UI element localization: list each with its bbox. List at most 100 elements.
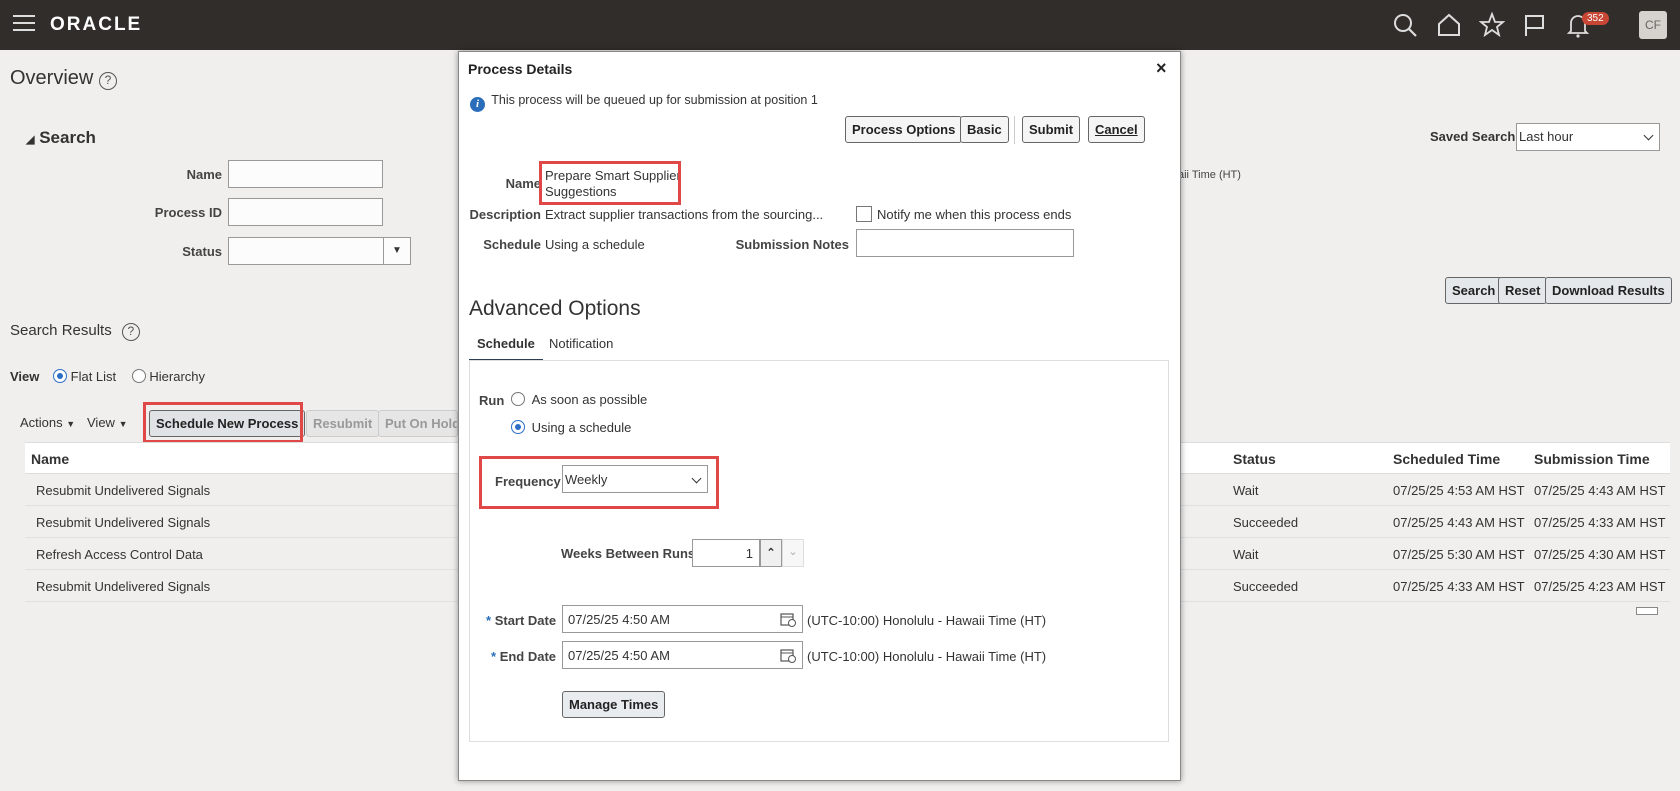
- weeks-between-runs-label: Weeks Between Runs: [561, 546, 696, 561]
- row-submission: 07/25/25 4:23 AM HST: [1534, 579, 1666, 594]
- row-submission: 07/25/25 4:43 AM HST: [1534, 483, 1666, 498]
- timezone-truncated-text: aii Time (HT): [1178, 169, 1241, 181]
- row-scheduled: 07/25/25 4:33 AM HST: [1393, 579, 1525, 594]
- chevron-down-icon: [1643, 130, 1654, 141]
- hierarchy-label[interactable]: Hierarchy: [149, 369, 205, 384]
- schedule-tab-panel: Run As soon as possible Using a schedule…: [469, 360, 1169, 742]
- row-name[interactable]: Resubmit Undelivered Signals: [36, 515, 210, 530]
- row-name[interactable]: Refresh Access Control Data: [36, 547, 203, 562]
- process-options-button[interactable]: Process Options: [845, 116, 963, 143]
- run-asap-option[interactable]: As soon as possible: [511, 392, 647, 407]
- description-label: Description: [469, 207, 541, 222]
- run-schedule-option[interactable]: Using a schedule: [511, 420, 631, 435]
- tab-schedule[interactable]: Schedule: [469, 336, 543, 362]
- row-name[interactable]: Resubmit Undelivered Signals: [36, 579, 210, 594]
- search-section-header[interactable]: ◢ Search: [26, 128, 96, 148]
- flag-icon[interactable]: [1522, 12, 1548, 38]
- row-scheduled: 07/25/25 5:30 AM HST: [1393, 547, 1525, 562]
- notification-badge: 352: [1582, 12, 1609, 25]
- home-icon[interactable]: [1436, 12, 1462, 38]
- highlight-name: [539, 161, 681, 205]
- saved-search-select[interactable]: Last hour: [1516, 123, 1660, 151]
- decrement-icon[interactable]: ⌄: [782, 539, 804, 567]
- description-value: Extract supplier transactions from the s…: [545, 207, 824, 222]
- run-schedule-label[interactable]: Using a schedule: [532, 420, 632, 435]
- star-icon[interactable]: [1479, 12, 1505, 38]
- name-input[interactable]: [228, 160, 383, 188]
- run-label: Run: [479, 393, 505, 408]
- view-menu[interactable]: View ▼: [87, 415, 128, 430]
- top-navigation-bar: ORACLE 352 CF: [0, 0, 1680, 50]
- page-title: Overview ?: [10, 67, 117, 90]
- start-date-input[interactable]: 07/25/25 4:50 AM: [562, 605, 803, 633]
- row-name[interactable]: Resubmit Undelivered Signals: [36, 483, 210, 498]
- row-scheduled: 07/25/25 4:53 AM HST: [1393, 483, 1525, 498]
- calendar-icon[interactable]: [780, 611, 796, 627]
- col-submission-time[interactable]: Submission Time: [1534, 451, 1650, 467]
- highlight-schedule-button: [143, 402, 303, 443]
- end-timezone: (UTC-10:00) Honolulu - Hawaii Time (HT): [807, 649, 1047, 664]
- page-title-text: Overview: [10, 67, 94, 89]
- increment-icon[interactable]: ⌃: [760, 539, 782, 567]
- start-date-value: 07/25/25 4:50 AM: [568, 612, 670, 627]
- view-label: View: [10, 369, 40, 384]
- hamburger-menu-icon[interactable]: [13, 15, 35, 33]
- col-name[interactable]: Name: [31, 451, 69, 467]
- download-results-button[interactable]: Download Results: [1545, 277, 1672, 304]
- weeks-between-runs-input[interactable]: 1: [692, 539, 760, 567]
- notify-checkbox[interactable]: [856, 206, 872, 222]
- cancel-button[interactable]: Cancel: [1088, 116, 1145, 143]
- flat-list-radio[interactable]: [53, 369, 68, 383]
- row-status: Succeeded: [1233, 579, 1299, 594]
- schedule-value: Using a schedule: [545, 237, 645, 252]
- user-avatar[interactable]: CF: [1639, 11, 1667, 39]
- row-status: Succeeded: [1233, 515, 1299, 530]
- start-timezone: (UTC-10:00) Honolulu - Hawaii Time (HT): [807, 613, 1047, 628]
- row-submission: 07/25/25 4:33 AM HST: [1534, 515, 1666, 530]
- help-icon[interactable]: ?: [98, 72, 117, 90]
- actions-menu[interactable]: Actions ▼: [20, 415, 75, 430]
- end-date-input[interactable]: 07/25/25 4:50 AM: [562, 641, 803, 669]
- process-id-input[interactable]: [228, 198, 383, 226]
- flat-list-label[interactable]: Flat List: [71, 369, 117, 384]
- submission-notes-label: Submission Notes: [735, 237, 849, 252]
- oracle-logo: ORACLE: [50, 14, 143, 35]
- name-label: Name: [186, 167, 222, 182]
- tab-notification[interactable]: Notification: [549, 336, 613, 359]
- manage-times-button[interactable]: Manage Times: [562, 691, 666, 718]
- submission-notes-input[interactable]: [856, 229, 1074, 257]
- view-menu-label[interactable]: View: [87, 415, 115, 430]
- advanced-options-title: Advanced Options: [469, 297, 641, 320]
- basic-button[interactable]: Basic: [960, 116, 1009, 143]
- dropdown-arrow-icon[interactable]: ▼: [383, 238, 410, 264]
- search-results-title-text: Search Results: [10, 322, 112, 339]
- help-icon[interactable]: ?: [121, 323, 140, 341]
- search-button[interactable]: Search: [1445, 277, 1503, 304]
- end-date-value: 07/25/25 4:50 AM: [568, 648, 670, 663]
- reset-button[interactable]: Reset: [1498, 277, 1548, 304]
- search-icon[interactable]: [1392, 12, 1418, 38]
- resubmit-button[interactable]: Resubmit: [306, 410, 380, 437]
- notify-label[interactable]: Notify me when this process ends: [877, 207, 1071, 222]
- run-asap-label[interactable]: As soon as possible: [532, 392, 648, 407]
- col-status[interactable]: Status: [1233, 451, 1276, 467]
- caret-down-icon: ▼: [118, 419, 128, 429]
- info-icon: i: [470, 97, 485, 112]
- calendar-icon[interactable]: [780, 647, 796, 663]
- row-scheduled: 07/25/25 4:43 AM HST: [1393, 515, 1525, 530]
- col-scheduled-time[interactable]: Scheduled Time: [1393, 451, 1500, 467]
- hierarchy-radio[interactable]: [131, 369, 146, 383]
- status-label: Status: [182, 244, 222, 259]
- saved-search-label: Saved Search: [1430, 129, 1516, 144]
- status-select[interactable]: ▼: [228, 237, 411, 265]
- run-schedule-radio[interactable]: [511, 420, 525, 434]
- close-icon[interactable]: ×: [1156, 58, 1167, 79]
- caret-down-icon: ▼: [66, 419, 76, 429]
- collapse-pane-icon[interactable]: [1636, 607, 1658, 615]
- actions-menu-label[interactable]: Actions: [20, 415, 63, 430]
- run-asap-radio[interactable]: [511, 392, 525, 406]
- process-id-label: Process ID: [154, 205, 222, 220]
- put-on-hold-button[interactable]: Put On Hold: [378, 410, 458, 437]
- submit-button[interactable]: Submit: [1022, 116, 1081, 143]
- saved-search-value: Last hour: [1519, 129, 1574, 144]
